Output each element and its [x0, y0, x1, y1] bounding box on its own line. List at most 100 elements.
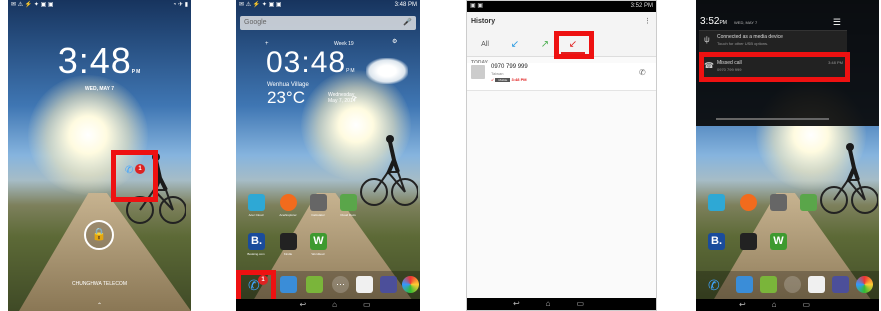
app-cloud-docs[interactable]	[340, 194, 357, 211]
swipe-up-icon: ⌃	[96, 303, 103, 309]
usb-icon: ψ	[704, 35, 710, 44]
call-type-badge: Mobile	[495, 78, 511, 82]
status-time: 3:48 PM	[394, 2, 417, 8]
cloud-icon	[366, 58, 408, 84]
nav-bar: ↩⌂▭	[236, 299, 420, 311]
contact-avatar[interactable]	[471, 65, 485, 79]
history-title: History	[471, 18, 496, 25]
home-icon[interactable]: ⌂	[772, 300, 803, 309]
app-acer-cloud[interactable]	[708, 194, 725, 211]
lock-clock: 3:48PM	[57, 40, 142, 81]
app-chrome[interactable]	[402, 276, 419, 293]
shade-handle[interactable]	[716, 118, 829, 120]
app-play-store[interactable]	[808, 276, 825, 293]
tab-incoming-icon[interactable]: ↙	[505, 36, 525, 54]
app-label: AcerExplorer	[279, 213, 297, 217]
highlight-missed-call-notification	[699, 52, 850, 82]
app-booking[interactable]: B.	[708, 233, 725, 250]
lock-date: WED, MAY 7	[84, 86, 115, 92]
notification-shade-panel: B. W ✆ ↩⌂▭ 3:52PM WED, MAY 7 ☰ ψ Connect…	[696, 0, 879, 311]
google-logo: Google	[244, 19, 267, 26]
status-bar: ✉ ⚠ ⚡ ✦ ▣ ▣ 3:48 PM	[236, 0, 420, 11]
app-calculator[interactable]	[310, 194, 327, 211]
call-meta: ↙ Mobile 3:48 PM	[491, 77, 527, 82]
nav-bar: ↩⌂▭	[467, 298, 656, 310]
shade-ampm: PM	[719, 20, 727, 26]
notification-usb[interactable]: ψ Connected as a media device Touch for …	[699, 30, 847, 52]
app-drawer-icon[interactable]: ⋯	[332, 276, 349, 293]
status-icons: ▣ ▣	[470, 3, 484, 9]
quick-settings-icon[interactable]: ☰	[833, 17, 841, 28]
refresh-icon[interactable]: ⟳	[352, 95, 357, 102]
app-acer-explorer[interactable]	[740, 194, 757, 211]
screenshot-composite: ✉ ⚠ ⚡ ✦ ▣ ▣ ◔ ✈ ▮ 3:48PM WED, MAY 7 ✆ 1 …	[0, 0, 881, 311]
google-search-bar[interactable]: Google 🎤	[240, 16, 416, 30]
app-booking[interactable]: B.	[248, 233, 265, 250]
unlock-button[interactable]: 🔒	[84, 220, 114, 250]
recents-icon[interactable]: ▭	[363, 300, 397, 309]
app-label: Cloud Docs	[340, 213, 356, 217]
call-back-icon[interactable]: ✆	[639, 68, 646, 77]
clock-ampm: PM	[346, 68, 356, 74]
app-label: Acer Cloud	[248, 213, 264, 217]
app-label: Calculator	[311, 213, 325, 217]
app-chrome[interactable]	[856, 276, 873, 293]
recents-icon[interactable]: ▭	[576, 299, 610, 308]
call-time: 3:48 PM	[511, 77, 527, 82]
app-kindle[interactable]	[740, 233, 757, 250]
cyclist-image	[820, 143, 878, 214]
highlight-missed-tab	[554, 31, 594, 59]
carrier-label: CHUNGHWA TELECOM	[71, 281, 127, 287]
app-wordfeud[interactable]: W	[770, 233, 787, 250]
app-wordfeud[interactable]: W	[310, 233, 327, 250]
app-camera[interactable]	[832, 276, 849, 293]
back-icon[interactable]: ↩	[299, 300, 332, 309]
app-kindle[interactable]	[280, 233, 297, 250]
mic-icon[interactable]: 🎤	[403, 16, 412, 30]
app-label: Booking.com	[247, 252, 265, 256]
history-list-empty-area	[467, 91, 656, 298]
phone-app-icon[interactable]: ✆	[708, 277, 720, 294]
highlight-missed-call	[111, 150, 158, 202]
app-drawer-icon[interactable]	[784, 276, 801, 293]
status-time: 3:52 PM	[630, 3, 653, 9]
history-header: History ⋮	[467, 12, 656, 32]
caller-location: Taiwan	[491, 71, 504, 76]
missed-call-indicator-icon: ↙	[491, 77, 495, 82]
recents-icon[interactable]: ▭	[802, 300, 836, 309]
app-play-store[interactable]	[356, 276, 373, 293]
back-icon[interactable]: ↩	[739, 300, 772, 309]
status-right-icons: ◔ ✈ ▮	[172, 2, 188, 8]
lock-ampm: PM	[131, 69, 142, 75]
status-bar: ✉ ⚠ ⚡ ✦ ▣ ▣ ◔ ✈ ▮	[8, 0, 191, 11]
call-history-panel: ▣ ▣ 3:52 PM History ⋮ All ↙ ↗ ↙ TODAY 09…	[466, 0, 657, 311]
caller-number: 0970 799 999	[491, 64, 528, 70]
notification-title: Connected as a media device	[717, 34, 783, 40]
status-bar: ▣ ▣ 3:52 PM	[467, 1, 656, 12]
app-cloud-docs[interactable]	[800, 194, 817, 211]
widget-settings-icon[interactable]: ⚙	[392, 38, 397, 45]
tab-all[interactable]: All	[475, 36, 495, 54]
app-label: Kindle	[283, 252, 293, 256]
app-contacts[interactable]	[736, 276, 753, 293]
app-calculator[interactable]	[770, 194, 787, 211]
app-messaging[interactable]	[760, 276, 777, 293]
status-icons: ✉ ⚠ ⚡ ✦ ▣ ▣	[11, 2, 54, 8]
home-screen-panel: ✉ ⚠ ⚡ ✦ ▣ ▣ 3:48 PM Google 🎤 Week 19 + ⚙…	[236, 0, 420, 311]
app-camera[interactable]	[380, 276, 397, 293]
lock-screen-panel: ✉ ⚠ ⚡ ✦ ▣ ▣ ◔ ✈ ▮ 3:48PM WED, MAY 7 ✆ 1 …	[8, 0, 191, 311]
home-icon[interactable]: ⌂	[332, 300, 363, 309]
app-acer-cloud[interactable]	[248, 194, 265, 211]
app-acer-explorer[interactable]	[280, 194, 297, 211]
app-messaging[interactable]	[306, 276, 323, 293]
overflow-menu-icon[interactable]: ⋮	[644, 12, 651, 32]
tab-outgoing-icon[interactable]: ↗	[535, 36, 555, 54]
home-icon[interactable]: ⌂	[546, 299, 577, 308]
weather-temperature: 23°C	[267, 88, 305, 107]
app-label: Wordfeud	[311, 252, 325, 256]
nav-bar: ↩⌂▭	[696, 299, 879, 311]
status-icons: ✉ ⚠ ⚡ ✦ ▣ ▣	[239, 2, 282, 8]
back-icon[interactable]: ↩	[513, 299, 546, 308]
notification-subtitle: Touch for other USB options.	[717, 41, 769, 46]
app-contacts[interactable]	[280, 276, 297, 293]
